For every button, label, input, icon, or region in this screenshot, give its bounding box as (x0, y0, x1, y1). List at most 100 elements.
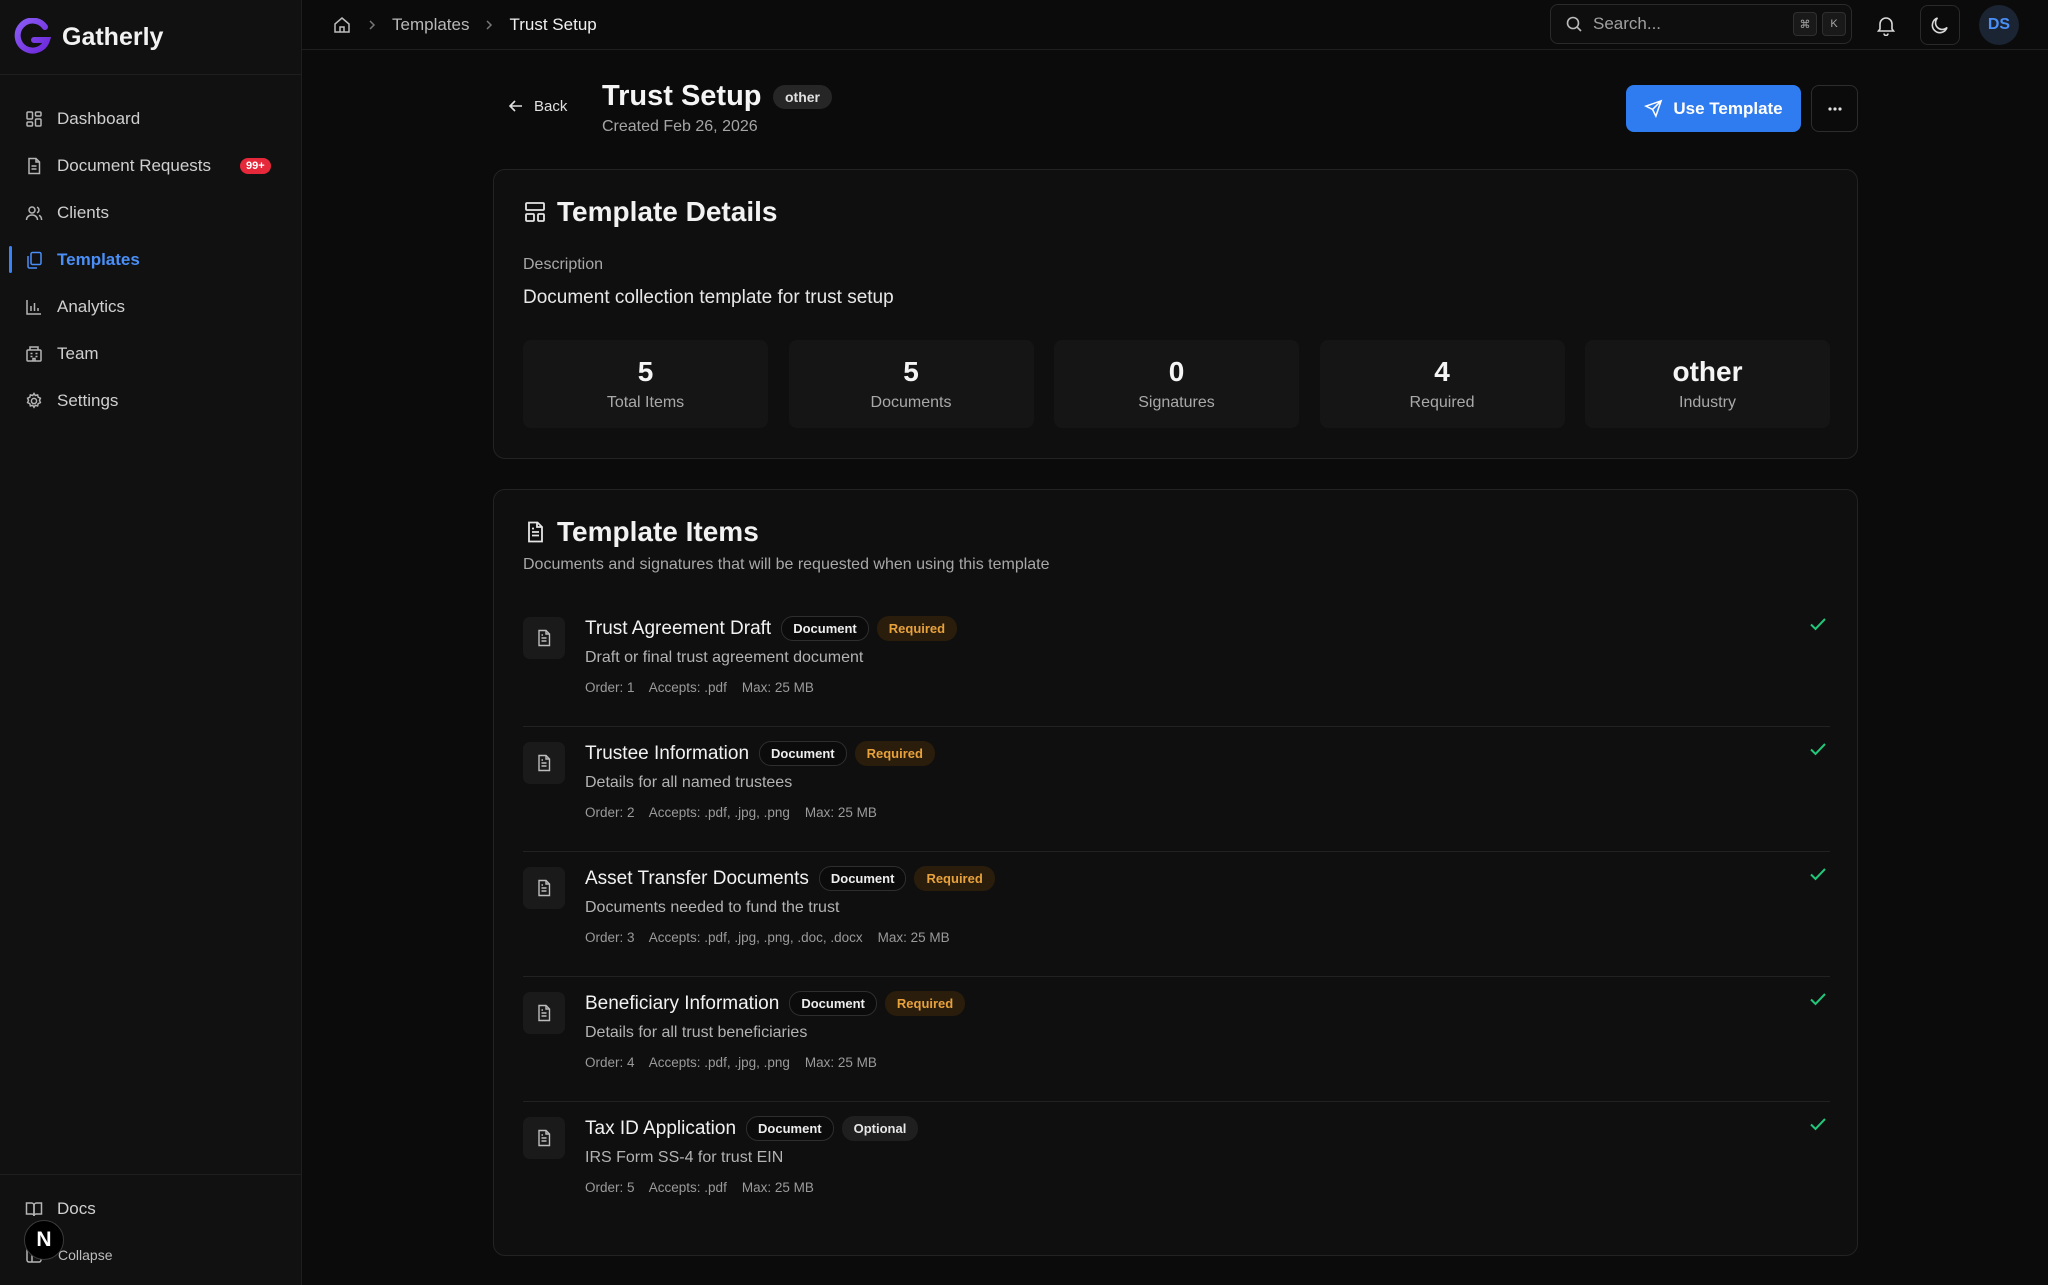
description-label: Description (523, 256, 604, 273)
moon-icon (1929, 14, 1951, 36)
industry-badge: other (773, 85, 832, 109)
optional-badge: Optional (841, 1116, 919, 1141)
sidebar-item-team[interactable]: Team (0, 330, 301, 377)
required-badge: Required (876, 616, 958, 641)
sidebar-item-analytics[interactable]: Analytics (0, 283, 301, 330)
breadcrumb-templates[interactable]: Templates (392, 15, 469, 35)
item-name: Asset Transfer Documents (585, 867, 809, 889)
book-icon (24, 1199, 44, 1219)
layout-template-icon (523, 200, 557, 224)
notifications-button[interactable] (1866, 5, 1906, 45)
item-meta: Order: 1 Accepts: .pdf Max: 25 MB (585, 680, 814, 695)
breadcrumb-current: Trust Setup (509, 14, 597, 34)
file-text-icon (523, 520, 557, 544)
stat-value: other (1672, 356, 1743, 387)
stat-required: 4 Required (1319, 340, 1565, 428)
sidebar-item-templates[interactable]: Templates (0, 236, 301, 283)
item-meta: Order: 4 Accepts: .pdf, .jpg, .png Max: … (585, 1055, 877, 1070)
item-name: Trust Agreement Draft (585, 617, 772, 639)
check-icon (1806, 612, 1830, 636)
sidebar-item-label: Team (57, 343, 99, 363)
sidebar-nav: Dashboard Document Requests 99+ Clients … (0, 75, 301, 424)
item-description: IRS Form SS-4 for trust EIN (585, 1149, 784, 1166)
more-horizontal-icon (1825, 99, 1845, 119)
search-placeholder: Search... (1593, 14, 1662, 33)
sidebar-item-label: Clients (57, 202, 109, 222)
file-text-icon (523, 617, 565, 659)
stat-signatures: 0 Signatures (1054, 340, 1299, 428)
use-template-button[interactable]: Use Template (1626, 85, 1801, 132)
file-text-icon (523, 742, 565, 784)
gatherly-logo-icon (14, 18, 52, 56)
chevron-right-icon (482, 18, 496, 32)
sidebar-item-settings[interactable]: Settings (0, 377, 301, 424)
gear-icon (24, 391, 44, 411)
check-icon (1806, 737, 1830, 761)
check-icon (1806, 862, 1830, 886)
check-icon (1806, 987, 1830, 1011)
description-value: Document collection template for trust s… (523, 287, 894, 308)
file-text-icon (523, 1117, 565, 1159)
stat-industry: other Industry (1585, 340, 1830, 428)
check-icon (1806, 1112, 1830, 1136)
home-icon[interactable] (332, 15, 352, 35)
list-item[interactable]: Tax ID Application Document Optional IRS… (523, 1102, 1830, 1226)
stat-value: 5 (637, 356, 654, 387)
search-input[interactable]: Search... ⌘ K (1550, 4, 1852, 44)
item-name: Beneficiary Information (585, 992, 780, 1014)
list-item[interactable]: Beneficiary Information Document Require… (523, 977, 1830, 1102)
chevron-right-icon (365, 18, 379, 32)
sidebar-item-label: Settings (57, 390, 119, 410)
user-avatar[interactable]: DS (1979, 5, 2019, 45)
section-title: Template Items (523, 516, 759, 548)
item-name: Tax ID Application (585, 1117, 737, 1139)
more-options-button[interactable] (1811, 85, 1858, 132)
template-details-title: Template Details (557, 196, 778, 227)
template-items-title: Template Items (557, 516, 759, 547)
stat-documents: 5 Documents (788, 340, 1034, 428)
stat-label: Total Items (606, 394, 685, 411)
item-description: Details for all trust beneficiaries (585, 1024, 808, 1041)
sidebar-item-label: Analytics (57, 296, 126, 316)
list-item[interactable]: Trust Agreement Draft Document Required … (523, 602, 1830, 727)
copy-icon (24, 250, 44, 270)
brand[interactable]: Gatherly (0, 0, 301, 75)
sidebar-item-label: Templates (57, 249, 140, 269)
building-icon (24, 344, 44, 364)
brand-name: Gatherly (62, 22, 164, 51)
back-label: Back (534, 97, 568, 115)
stat-value: 5 (903, 356, 919, 387)
list-item[interactable]: Asset Transfer Documents Document Requir… (523, 852, 1830, 977)
user-avatar-bubble[interactable]: N (24, 1220, 64, 1260)
type-badge: Document (818, 866, 907, 891)
dashboard-icon (24, 109, 44, 129)
item-header: Trustee Information Document Required (585, 741, 935, 766)
sidebar-item-dashboard[interactable]: Dashboard (0, 95, 301, 142)
breadcrumb: Templates Trust Setup (332, 0, 597, 49)
sidebar-item-label: Document Requests (57, 155, 212, 175)
stat-label: Required (1409, 394, 1475, 411)
section-title: Template Details (523, 196, 777, 228)
sidebar: Gatherly Dashboard Document Requests 99+… (0, 0, 302, 1285)
sidebar-item-document-requests[interactable]: Document Requests 99+ (0, 142, 301, 189)
back-button[interactable]: Back (507, 97, 567, 115)
template-items-subtitle: Documents and signatures that will be re… (523, 556, 1050, 573)
document-icon (24, 156, 44, 176)
shortcut-key-cmd: ⌘ (1793, 12, 1817, 36)
item-description: Details for all named trustees (585, 774, 793, 791)
item-description: Documents needed to fund the trust (585, 899, 840, 916)
sidebar-item-clients[interactable]: Clients (0, 189, 301, 236)
notification-count-badge: 99+ (240, 157, 271, 174)
arrow-left-icon (507, 97, 534, 115)
item-meta: Order: 2 Accepts: .pdf, .jpg, .png Max: … (585, 805, 877, 820)
template-items-card: Template Items Documents and signatures … (493, 489, 1858, 1256)
theme-toggle-button[interactable] (1920, 5, 1960, 45)
stat-total-items: 5 Total Items (523, 340, 768, 428)
page-header: Back Trust Setup other Created Feb 26, 2… (493, 80, 1858, 142)
stat-label: Industry (1679, 394, 1736, 411)
page-title: Trust Setup (602, 80, 762, 112)
item-header: Beneficiary Information Document Require… (585, 991, 966, 1016)
list-item[interactable]: Trustee Information Document Required De… (523, 727, 1830, 852)
stats-row: 5 Total Items 5 Documents 0 Signatures 4… (523, 340, 1830, 428)
shortcut-key-k: K (1822, 12, 1846, 36)
